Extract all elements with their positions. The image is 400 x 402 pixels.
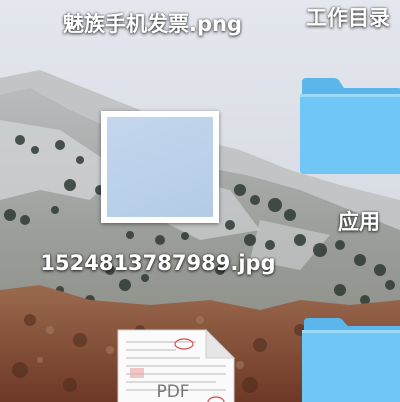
image-thumbnail[interactable] [101,111,219,223]
desktop: 魅族手机发票.png 工作目录 1524813787989.jpg 应用 PDF [0,0,400,402]
work-folder-label[interactable]: 工作目录 [306,2,390,32]
apps-folder-label[interactable]: 应用 [320,206,398,236]
image-preview [107,117,213,217]
invoice-png-label[interactable]: 魅族手机发票.png [0,8,305,38]
pdf-badge: PDF [156,382,190,402]
apps-folder-icon[interactable] [298,78,400,174]
folder-icon[interactable] [302,318,400,402]
image-jpg-label[interactable]: 1524813787989.jpg [20,250,296,277]
pdf-document-icon[interactable]: PDF [116,328,236,402]
